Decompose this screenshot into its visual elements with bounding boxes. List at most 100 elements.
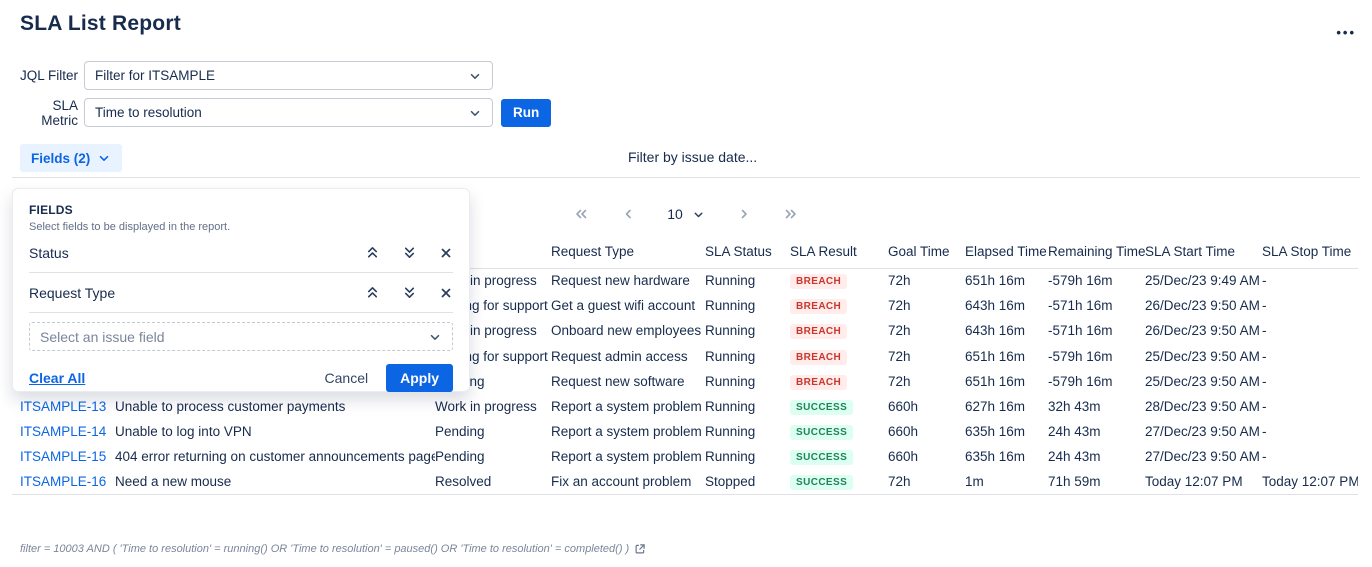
remaining-time-cell: 24h 43m [1048,444,1145,469]
jql-filter-select[interactable]: Filter for ITSAMPLE [84,61,493,90]
sla-status-cell: Running [705,394,790,419]
table-row: ITSAMPLE-14Unable to log into VPNPending… [12,419,1358,444]
double-chevron-right-icon [783,207,799,221]
issue-key-link[interactable]: ITSAMPLE-16 [20,474,106,489]
last-page-button[interactable] [783,207,799,221]
sla-status-cell: Running [705,344,790,369]
jql-filter-value: Filter for ITSAMPLE [95,68,468,83]
issue-date-filter[interactable]: Filter by issue date... [628,149,757,165]
table-row: ITSAMPLE-13Unable to process customer pa… [12,394,1358,419]
sla-result-cell: BREACH [790,318,888,343]
elapsed-time-cell: 651h 16m [965,344,1048,369]
issue-field-placeholder: Select an issue field [40,329,428,345]
issue-field-select[interactable]: Select an issue field [29,322,453,351]
sla-metric-select[interactable]: Time to resolution [84,98,493,127]
table-row: ITSAMPLE-15 404 error returning on custom… [12,444,1358,469]
sla-stop-time-cell: - [1262,293,1358,318]
status-cell: Pending [435,444,551,469]
remove-field-icon[interactable] [439,286,453,300]
sla-status-cell: Stopped [705,470,790,495]
request-type-cell: Request admin access [551,344,705,369]
issue-key-cell: ITSAMPLE-16 [12,470,115,495]
move-up-icon[interactable] [365,285,380,300]
sla-metric-value: Time to resolution [95,105,468,120]
page-size-value: 10 [667,206,683,222]
remove-field-icon[interactable] [439,246,453,260]
elapsed-time-cell: 635h 16m [965,444,1048,469]
sla-status-cell: Running [705,293,790,318]
field-item-request-type: Request Type [29,273,453,313]
sla-result-badge: BREACH [790,375,847,390]
jql-footer-text: filter = 10003 AND ( 'Time to resolution… [20,543,629,555]
apply-button[interactable]: Apply [386,364,453,392]
issue-key-link[interactable]: ITSAMPLE-13 [20,399,106,414]
chevron-right-icon [738,207,750,221]
goal-time-cell: 72h [888,369,965,394]
remaining-time-cell: 71h 59m [1048,470,1145,495]
goal-time-cell: 660h [888,444,965,469]
column-header-remaining-time: Remaining Time [1048,228,1145,268]
sla-start-time-cell: 25/Dec/23 9:50 AM [1145,369,1262,394]
sla-status-cell: Running [705,318,790,343]
fields-panel-subtitle: Select fields to be displayed in the rep… [29,221,453,233]
summary-cell: 404 error returning on customer announce… [115,444,435,469]
page-size-select[interactable]: 10 [667,206,705,222]
prev-page-button[interactable] [622,207,634,221]
column-header-sla-start-time: SLA Start Time [1145,228,1262,268]
move-down-icon[interactable] [402,285,417,300]
column-header-goal-time: Goal Time [888,228,965,268]
elapsed-time-cell: 651h 16m [965,268,1048,293]
sla-result-cell: SUCCESS [790,470,888,495]
status-cell: Pending [435,419,551,444]
sla-result-badge: SUCCESS [790,450,853,465]
request-type-cell: Onboard new employees [551,318,705,343]
sla-status-cell: Running [705,369,790,394]
column-header-sla-status: SLA Status [705,228,790,268]
sla-stop-time-cell: - [1262,444,1358,469]
table-row: ITSAMPLE-16Need a new mouseResolvedFix a… [12,470,1358,495]
request-type-cell: Report a system problem [551,444,705,469]
move-down-icon[interactable] [402,245,417,260]
sla-start-time-cell: 26/Dec/23 9:50 AM [1145,318,1262,343]
request-type-cell: Request new software [551,369,705,394]
cancel-button[interactable]: Cancel [325,370,369,386]
sla-result-badge: BREACH [790,324,847,339]
issue-key-cell: ITSAMPLE-15 [12,444,115,469]
first-page-button[interactable] [573,207,589,221]
chevron-left-icon [622,207,634,221]
fields-dropdown-button[interactable]: Fields (2) [20,144,122,172]
sla-stop-time-cell: - [1262,369,1358,394]
goal-time-cell: 660h [888,394,965,419]
more-menu-icon[interactable]: ••• [1336,24,1356,42]
request-type-cell: Fix an account problem [551,470,705,495]
request-type-cell: Request new hardware [551,268,705,293]
sla-result-badge: SUCCESS [790,425,853,440]
issue-key-cell: ITSAMPLE-13 [12,394,115,419]
open-in-new-icon[interactable] [634,543,646,555]
clear-all-link[interactable]: Clear All [29,370,85,386]
sla-result-badge: BREACH [790,299,847,314]
sla-stop-time-cell: Today 12:07 PM [1262,470,1358,495]
next-page-button[interactable] [738,207,750,221]
remaining-time-cell: 32h 43m [1048,394,1145,419]
field-item-label: Status [29,245,343,261]
double-chevron-left-icon [573,207,589,221]
sla-metric-label: SLA Metric [20,98,78,128]
sla-start-time-cell: 28/Dec/23 9:50 AM [1145,394,1262,419]
issue-key-link[interactable]: ITSAMPLE-14 [20,424,106,439]
elapsed-time-cell: 627h 16m [965,394,1048,419]
sla-status-cell: Running [705,444,790,469]
run-button[interactable]: Run [501,99,551,127]
goal-time-cell: 72h [888,470,965,495]
issue-key-link[interactable]: ITSAMPLE-15 [20,449,106,464]
chevron-down-icon [468,106,482,120]
move-up-icon[interactable] [365,245,380,260]
chevron-down-icon [468,69,482,83]
sla-result-cell: SUCCESS [790,394,888,419]
field-item-label: Request Type [29,285,343,301]
column-header-sla-result: SLA Result [790,228,888,268]
sla-result-badge: BREACH [790,350,847,365]
sla-result-cell: BREACH [790,268,888,293]
column-header-sla-stop-time: SLA Stop Time [1262,228,1358,268]
issue-key-cell: ITSAMPLE-14 [12,419,115,444]
